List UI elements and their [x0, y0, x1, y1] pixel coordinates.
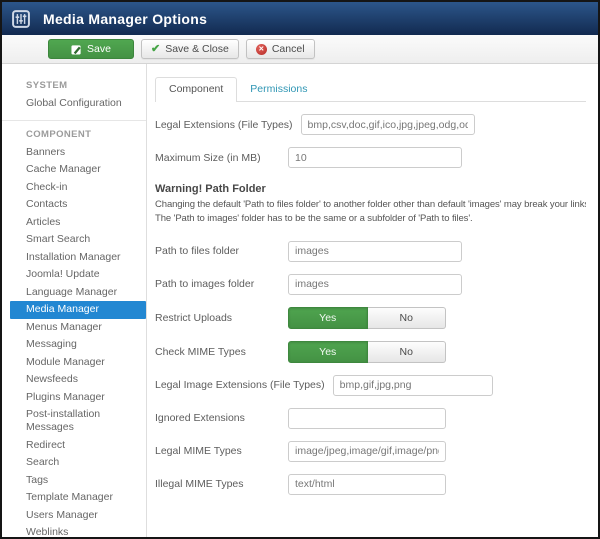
tab-bar: Component Permissions [155, 77, 586, 102]
warning-line-2: The 'Path to images' folder has to be th… [155, 212, 473, 224]
path-images-label: Path to images folder [155, 278, 255, 291]
sidebar-item-tags[interactable]: Tags [2, 472, 146, 490]
legal-extensions-label: Legal Extensions (File Types) [155, 118, 293, 131]
sidebar-item-media-manager[interactable]: Media Manager [10, 301, 146, 319]
tab-permissions[interactable]: Permissions [237, 78, 320, 101]
sidebar-item-menus-manager[interactable]: Menus Manager [2, 319, 146, 337]
form-row-restrict-uploads: Restrict Uploads Yes No [155, 306, 586, 329]
sidebar-item-redirect[interactable]: Redirect [2, 437, 146, 455]
content-panel: Component Permissions Legal Extensions (… [147, 64, 598, 537]
maximum-size-label: Maximum Size (in MB) [155, 151, 261, 164]
tab-component[interactable]: Component [155, 77, 238, 102]
restrict-uploads-toggle: Yes No [288, 306, 446, 329]
toolbar: Save ✔ Save & Close ✕ Cancel [2, 35, 598, 64]
sidebar-item-template-manager[interactable]: Template Manager [2, 489, 146, 507]
cancel-x-icon: ✕ [255, 43, 267, 55]
sidebar-item-check-in[interactable]: Check-in [2, 179, 146, 197]
form-row-path-files: Path to files folder [155, 240, 586, 262]
check-mime-yes-button[interactable]: Yes [288, 340, 368, 363]
legal-mime-types-label: Legal MIME Types [155, 445, 242, 458]
cancel-button[interactable]: ✕ Cancel [245, 39, 315, 59]
sidebar-item-search[interactable]: Search [2, 454, 146, 472]
form-row-legal-extensions: Legal Extensions (File Types) [155, 114, 586, 135]
legal-image-extensions-input[interactable] [332, 374, 493, 396]
form-row-maximum-size: Maximum Size (in MB) [155, 147, 586, 168]
sidebar-component-header: COMPONENT [26, 128, 92, 140]
sidebar-item-articles[interactable]: Articles [2, 214, 146, 232]
sidebar-item-messaging[interactable]: Messaging [2, 336, 146, 354]
cancel-button-label: Cancel [271, 43, 305, 55]
sidebar-divider [2, 119, 146, 121]
path-files-input[interactable] [288, 240, 462, 262]
sidebar-item-weblinks[interactable]: Weblinks [2, 524, 146, 537]
save-and-close-button-label: Save & Close [165, 43, 229, 55]
sidebar-item-installation-manager[interactable]: Installation Manager [2, 249, 146, 267]
sidebar-item-banners[interactable]: Banners [2, 144, 146, 162]
warning-title: Warning! Path Folder [155, 183, 266, 195]
sidebar-item-language-manager[interactable]: Language Manager [2, 284, 146, 302]
ignored-extensions-input[interactable] [288, 407, 446, 429]
form-row-legal-mime-types: Legal MIME Types [155, 440, 586, 462]
page-title: Media Manager Options [43, 10, 208, 27]
check-icon: ✔ [151, 42, 161, 55]
path-folder-warning: Warning! Path Folder Changing the defaul… [155, 183, 586, 226]
restrict-uploads-no-button[interactable]: No [367, 306, 446, 329]
sidebar-item-global-configuration[interactable]: Global Configuration [2, 95, 146, 113]
check-mime-label: Check MIME Types [155, 345, 246, 358]
save-button-label: Save [87, 43, 111, 55]
path-images-input[interactable] [288, 273, 462, 295]
check-mime-toggle: Yes No [288, 340, 446, 363]
legal-image-extensions-label: Legal Image Extensions (File Types) [155, 379, 325, 392]
sidebar-item-joomla-update[interactable]: Joomla! Update [2, 266, 146, 284]
sidebar-item-users-manager[interactable]: Users Manager [2, 507, 146, 525]
maximum-size-input[interactable] [288, 147, 462, 168]
form-row-illegal-mime-types: Illegal MIME Types [155, 473, 586, 495]
save-and-close-button[interactable]: ✔ Save & Close [141, 39, 239, 59]
form-row-path-images: Path to images folder [155, 273, 586, 295]
sidebar-item-plugins-manager[interactable]: Plugins Manager [2, 389, 146, 407]
sidebar-system-header: SYSTEM [26, 80, 68, 91]
sidebar-item-module-manager[interactable]: Module Manager [2, 354, 146, 372]
sidebar: SYSTEM Global Configuration COMPONENT Ba… [2, 64, 147, 537]
sidebar-item-cache-manager[interactable]: Cache Manager [2, 161, 146, 179]
sidebar-item-contacts[interactable]: Contacts [2, 196, 146, 214]
illegal-mime-types-label: Illegal MIME Types [155, 478, 244, 491]
legal-mime-types-input[interactable] [288, 440, 446, 462]
form-row-ignored-extensions: Ignored Extensions [155, 407, 586, 429]
save-pencil-icon [71, 44, 82, 55]
save-button[interactable]: Save [48, 39, 134, 59]
ignored-extensions-label: Ignored Extensions [155, 412, 245, 425]
options-form: Legal Extensions (File Types) Maximum Si… [155, 102, 586, 495]
sidebar-item-post-installation-messages[interactable]: Post-installation Messages [2, 406, 146, 437]
legal-extensions-input[interactable] [300, 114, 475, 135]
page-header: Media Manager Options [2, 2, 598, 35]
restrict-uploads-label: Restrict Uploads [155, 311, 233, 324]
media-manager-options-window: Media Manager Options Save ✔ Save & Clos… [0, 0, 600, 539]
path-files-label: Path to files folder [155, 245, 240, 258]
illegal-mime-types-input[interactable] [288, 473, 446, 495]
restrict-uploads-yes-button[interactable]: Yes [288, 306, 368, 329]
sidebar-item-newsfeeds[interactable]: Newsfeeds [2, 371, 146, 389]
sidebar-item-smart-search[interactable]: Smart Search [2, 231, 146, 249]
form-row-legal-image-extensions: Legal Image Extensions (File Types) [155, 374, 586, 396]
check-mime-no-button[interactable]: No [367, 340, 446, 363]
warning-line-1: Changing the default 'Path to files fold… [155, 199, 586, 210]
form-row-check-mime: Check MIME Types Yes No [155, 340, 586, 363]
options-sliders-icon [12, 9, 30, 28]
